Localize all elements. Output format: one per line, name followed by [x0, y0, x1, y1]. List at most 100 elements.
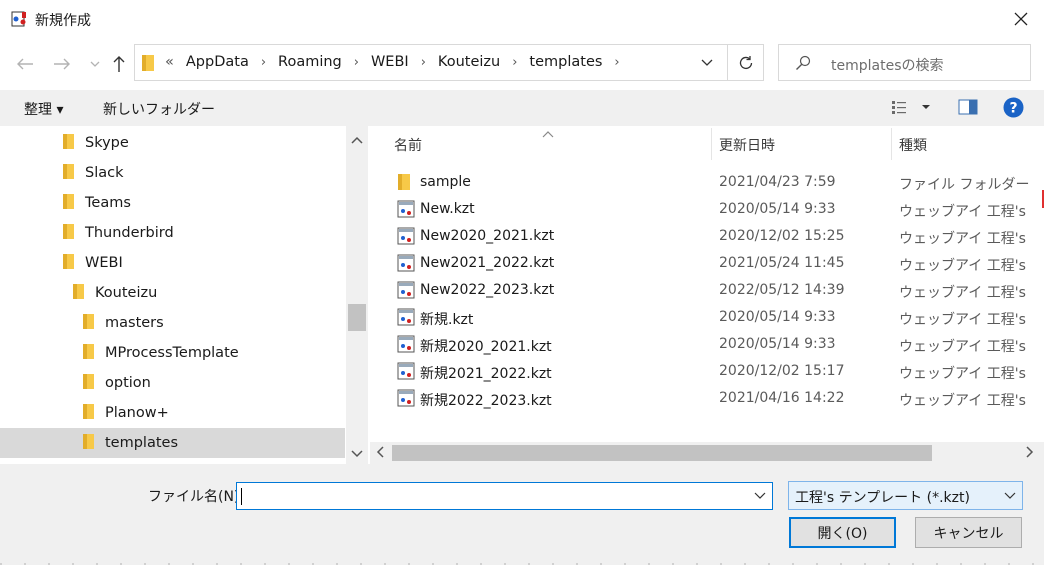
- breadcrumb-appdata[interactable]: AppData: [186, 54, 249, 70]
- table-row[interactable]: 新規2022_2023.kzt 2021/04/16 14:22 ウェッブアイ 工程…: [370, 385, 1044, 412]
- new-folder-button[interactable]: 新しいフォルダー: [103, 99, 215, 119]
- tree-item[interactable]: Kouteizu: [72, 278, 157, 308]
- forward-arrow-icon[interactable]: [51, 53, 73, 75]
- folder-icon: [397, 173, 411, 195]
- file-type: ウェッブアイ 工程's: [899, 312, 1026, 328]
- tree-item-label: Planow+: [105, 405, 169, 421]
- filename-input[interactable]: [236, 482, 773, 510]
- filename-dropdown-icon[interactable]: [754, 487, 766, 507]
- toolbar: 整理 ▾ 新しいフォルダー ?: [0, 90, 1044, 126]
- kzt-file-icon: [397, 200, 415, 222]
- column-name[interactable]: 名前: [394, 135, 422, 155]
- tree-item[interactable]: Teams: [62, 188, 131, 218]
- breadcrumb-roaming[interactable]: Roaming: [278, 54, 342, 70]
- tree-item-label: Teams: [85, 195, 131, 211]
- file-name: New.kzt: [420, 201, 475, 217]
- tree-item-label: Slack: [85, 165, 124, 181]
- chevron-right-icon[interactable]: ›: [512, 55, 517, 70]
- filetype-dropdown-icon[interactable]: [1004, 487, 1016, 507]
- address-dropdown-icon[interactable]: [687, 45, 727, 80]
- table-row[interactable]: New2022_2023.kzt 2022/05/12 14:39 ウェッブアイ 工…: [370, 277, 1044, 304]
- tree-item[interactable]: WEBI: [62, 248, 123, 278]
- tree-item[interactable]: Planow+: [82, 398, 169, 428]
- chevron-right-icon[interactable]: ›: [421, 55, 426, 70]
- breadcrumb-overflow[interactable]: «: [165, 54, 174, 70]
- navigation-pane[interactable]: Skype Slack Teams Thunderbird WEBI Kouteizu ma…: [0, 126, 368, 464]
- table-row[interactable]: New2021_2022.kzt 2021/05/24 11:45 ウェッブアイ 工…: [370, 250, 1044, 277]
- tree-item[interactable]: Slack: [62, 158, 124, 188]
- tree-item-label: option: [105, 375, 151, 391]
- column-header-row: 名前 更新日時 種類: [370, 126, 1044, 162]
- table-row[interactable]: 新規2021_2022.kzt 2020/12/02 15:17 ウェッブアイ 工程…: [370, 358, 1044, 385]
- tree-item[interactable]: Skype: [62, 128, 129, 158]
- tree-vertical-scrollbar[interactable]: [346, 126, 368, 464]
- column-type[interactable]: 種類: [899, 135, 927, 155]
- address-bar[interactable]: « AppData › Roaming › WEBI › Kouteizu › …: [134, 44, 764, 81]
- title-bar: 新規作成: [0, 0, 1044, 38]
- table-row[interactable]: sample 2021/04/23 7:59 ファイル フォルダー: [370, 169, 1044, 196]
- up-arrow-icon[interactable]: [108, 53, 130, 75]
- scroll-down-icon[interactable]: [351, 446, 363, 462]
- scroll-thumb[interactable]: [348, 304, 366, 331]
- tree-item[interactable]: templates: [82, 428, 178, 458]
- tree-item[interactable]: Thunderbird: [62, 218, 174, 248]
- chevron-right-icon[interactable]: ›: [614, 55, 619, 70]
- tree-item[interactable]: option: [82, 368, 151, 398]
- open-button[interactable]: 開く(O): [789, 517, 896, 548]
- recent-chevron-icon[interactable]: [84, 53, 106, 75]
- file-list[interactable]: 名前 更新日時 種類 sample 2021/04/23 7:59 ファイル フォル…: [370, 126, 1044, 464]
- file-name: 新規2021_2022.kzt: [420, 366, 552, 382]
- preview-pane-icon[interactable]: [958, 98, 978, 120]
- view-options-icon[interactable]: [891, 98, 937, 120]
- tree-item[interactable]: MProcessTemplate: [82, 338, 239, 368]
- tree-item-label: Kouteizu: [95, 285, 158, 301]
- tree-item-label: Thunderbird: [85, 225, 174, 241]
- file-date: 2020/05/14 9:33: [719, 309, 836, 325]
- scroll-right-icon[interactable]: [1026, 446, 1034, 462]
- file-type: ウェッブアイ 工程's: [899, 366, 1026, 382]
- back-arrow-icon[interactable]: [14, 53, 36, 75]
- file-horizontal-scrollbar[interactable]: [370, 442, 1044, 464]
- file-date: 2020/12/02 15:25: [719, 228, 845, 244]
- chevron-right-icon[interactable]: ›: [261, 55, 266, 70]
- kzt-file-icon: [397, 254, 415, 276]
- close-icon[interactable]: [1006, 4, 1036, 34]
- tree-item[interactable]: masters: [82, 308, 164, 338]
- column-divider[interactable]: [711, 128, 712, 160]
- breadcrumb-templates[interactable]: templates: [529, 54, 602, 70]
- file-name: New2022_2023.kzt: [420, 282, 555, 298]
- breadcrumb-webi[interactable]: WEBI: [371, 54, 409, 70]
- help-icon[interactable]: ?: [1003, 97, 1024, 122]
- file-date: 2020/12/02 15:17: [719, 363, 845, 379]
- search-input[interactable]: templatesの検索: [831, 55, 944, 75]
- file-name: 新規.kzt: [420, 312, 474, 328]
- file-type: ウェッブアイ 工程's: [899, 393, 1026, 409]
- file-type: ウェッブアイ 工程's: [899, 339, 1026, 355]
- column-divider[interactable]: [891, 128, 892, 160]
- file-type: ウェッブアイ 工程's: [899, 231, 1026, 247]
- refresh-icon[interactable]: [727, 45, 764, 80]
- column-date[interactable]: 更新日時: [719, 135, 775, 155]
- scroll-thumb[interactable]: [392, 445, 932, 461]
- table-row[interactable]: New2020_2021.kzt 2020/12/02 15:25 ウェッブアイ 工…: [370, 223, 1044, 250]
- tree-item-label: templates: [105, 435, 179, 451]
- organize-button[interactable]: 整理 ▾: [24, 99, 63, 119]
- file-type: ウェッブアイ 工程's: [899, 285, 1026, 301]
- folder-icon: [62, 253, 75, 274]
- table-row[interactable]: New.kzt 2020/05/14 9:33 ウェッブアイ 工程's: [370, 196, 1044, 223]
- app-icon: [10, 10, 28, 28]
- cancel-button[interactable]: キャンセル: [915, 517, 1022, 548]
- breadcrumb-kouteizu[interactable]: Kouteizu: [438, 54, 500, 70]
- chevron-right-icon[interactable]: ›: [354, 55, 359, 70]
- table-row[interactable]: 新規.kzt 2020/05/14 9:33 ウェッブアイ 工程's: [370, 304, 1044, 331]
- folder-icon: [82, 343, 95, 364]
- search-box[interactable]: templatesの検索: [778, 44, 1031, 81]
- filetype-select[interactable]: 工程's テンプレート (*.kzt): [788, 481, 1023, 510]
- scroll-left-icon[interactable]: [376, 446, 384, 462]
- scroll-up-icon[interactable]: [351, 132, 363, 148]
- table-row[interactable]: 新規2020_2021.kzt 2020/05/14 9:33 ウェッブアイ 工程'…: [370, 331, 1044, 358]
- tree-item-label: MProcessTemplate: [105, 345, 239, 361]
- file-name: New2021_2022.kzt: [420, 255, 555, 271]
- kzt-file-icon: [397, 389, 415, 411]
- folder-icon: [82, 313, 95, 334]
